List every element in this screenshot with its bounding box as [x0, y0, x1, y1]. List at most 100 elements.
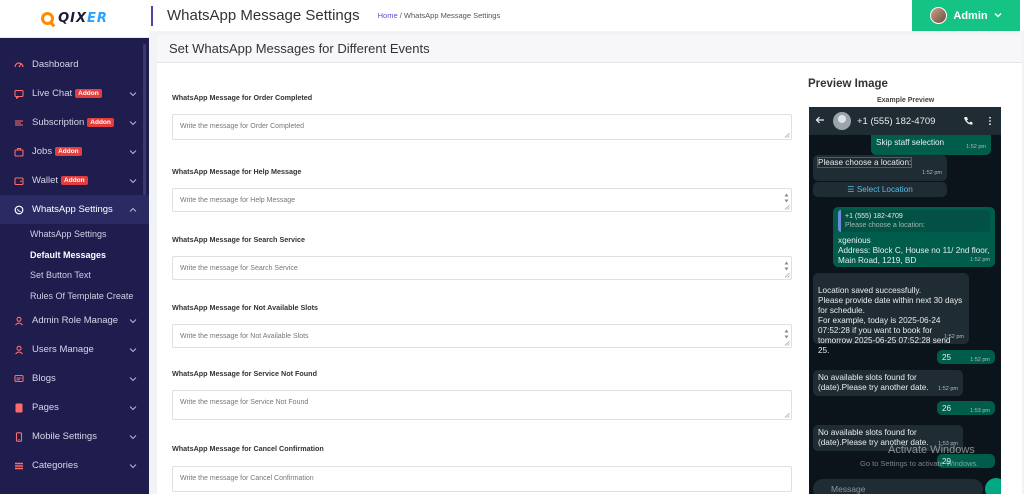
sidebar-item-label: Subscription Addon [32, 117, 129, 128]
spinner-arrows-icon[interactable] [784, 328, 789, 340]
field-placeholder: Write the message for Service Not Found [180, 399, 309, 406]
field-label-search-service: WhatsApp Message for Search Service [172, 235, 306, 244]
chat-header: +1 (555) 182-4709 [809, 107, 1001, 135]
mobile-icon [14, 431, 24, 442]
list-icon: ☰ [847, 185, 855, 194]
chevron-down-icon [129, 177, 137, 185]
sidebar-item-label: WhatsApp Settings [32, 204, 113, 215]
message-text: 26 [942, 404, 952, 413]
sidebar-item-subscription[interactable]: Subscription Addon [0, 108, 149, 137]
blog-icon [14, 374, 24, 384]
chevron-down-icon [129, 404, 137, 412]
field-label-service-not-found: WhatsApp Message for Service Not Found [172, 369, 317, 378]
admin-label: Admin [953, 9, 988, 22]
help-message-textarea[interactable]: Write the message for Help Message [172, 188, 792, 212]
chevron-down-icon [129, 90, 137, 98]
sidebar-item-label: Users Manage [32, 344, 94, 355]
chevron-down-icon [129, 346, 137, 354]
sidebar-item-admin-role-manage[interactable]: Admin Role Manage [0, 306, 149, 335]
sidebar-item-label: Categories [32, 460, 78, 471]
service-not-found-textarea[interactable]: Write the message for Service Not Found [172, 390, 792, 420]
sidebar-item-blogs[interactable]: Blogs [0, 364, 149, 393]
sidebar-subitem-default-messages[interactable]: Default Messages [0, 245, 149, 266]
sidebar-item-pages[interactable]: Pages [0, 393, 149, 422]
field-placeholder: Write the message for Cancel Confirmatio… [180, 475, 314, 482]
select-location-label: Select Location [856, 185, 913, 194]
sidebar-item-wallet[interactable]: Wallet Addon [0, 166, 149, 195]
categories-icon [14, 461, 24, 471]
resize-handle-icon[interactable] [784, 340, 790, 346]
resize-handle-icon[interactable] [784, 272, 790, 278]
select-location-button: ☰ Select Location [813, 182, 947, 197]
sidebar-item-text: Subscription [32, 117, 85, 128]
breadcrumb-separator: / [399, 11, 402, 20]
spinner-arrows-icon[interactable] [784, 260, 789, 272]
resize-handle-icon[interactable] [784, 132, 790, 138]
chat-header-icons [963, 116, 995, 126]
sidebar-subitem-whatsapp-settings[interactable]: WhatsApp Settings [0, 224, 149, 245]
sidebar-subitem-rules-template[interactable]: Rules Of Template Create [0, 286, 149, 307]
preview-panel: Preview Image Example Preview +1 (555) 1… [797, 63, 1022, 494]
page-title: WhatsApp Message Settings [167, 7, 360, 24]
sidebar-item-label: Jobs Addon [32, 146, 129, 157]
location-address: Address: Block C, House no 11/ 2nd floor… [838, 246, 990, 265]
briefcase-icon [14, 147, 24, 157]
chevron-down-icon [129, 119, 137, 127]
message-time: 1:53 pm [970, 408, 990, 414]
spinner-arrows-icon[interactable] [784, 192, 789, 204]
message-text: Skip staff selection [876, 138, 945, 147]
field-label-cancel-confirmation: WhatsApp Message for Cancel Confirmation [172, 444, 324, 453]
message-time: 1:52 pm [944, 334, 964, 340]
not-available-slots-textarea[interactable]: Write the message for Not Available Slot… [172, 324, 792, 348]
message-in-location-saved: Location saved successfully. Please prov… [813, 273, 969, 355]
sidebar-subitem-set-button-text[interactable]: Set Button Text [0, 265, 149, 286]
chevron-up-icon [129, 206, 137, 214]
resize-handle-icon[interactable] [784, 204, 790, 210]
field-placeholder: Write the message for Help Message [180, 197, 296, 204]
message-out-location-reply: +1 (555) 182-4709 Please choose a locati… [833, 207, 995, 267]
cancel-confirmation-textarea[interactable]: Write the message for Cancel Confirmatio… [172, 466, 792, 492]
chevron-down-icon [129, 317, 137, 325]
preview-subtitle: Example Preview [877, 97, 935, 104]
sidebar: QIXER Dashboard Live Chat Addon Subscript… [0, 0, 149, 494]
sidebar-item-whatsapp-settings[interactable]: WhatsApp Settings [0, 195, 149, 224]
section-title: Set WhatsApp Messages for Different Even… [169, 41, 430, 56]
sidebar-item-text: Jobs [32, 146, 53, 157]
admin-menu-button[interactable]: Admin [912, 0, 1020, 31]
header-divider [151, 5, 153, 26]
sidebar-item-jobs[interactable]: Jobs Addon [0, 137, 149, 166]
top-bar: WhatsApp Message Settings Home / WhatsAp… [149, 0, 1024, 31]
message-text: 25 [942, 353, 952, 362]
message-text: Location saved successfully. Please prov… [818, 286, 963, 355]
pages-icon [14, 403, 24, 413]
wallet-icon [14, 176, 24, 186]
sidebar-item-text: Wallet [32, 175, 59, 186]
phone-icon [964, 117, 973, 125]
logo-text-accent: ER [87, 11, 108, 26]
message-time: 1:52 pm [922, 170, 942, 176]
sidebar-item-dashboard[interactable]: Dashboard [0, 50, 149, 79]
subscription-icon [14, 118, 24, 128]
location-name: xgenious [838, 236, 871, 245]
sidebar-item-categories[interactable]: Categories [0, 451, 149, 480]
message-input: Message [813, 479, 983, 494]
brand-logo[interactable]: QIXER [0, 0, 149, 38]
back-arrow-icon [815, 115, 825, 128]
contact-number: +1 (555) 182-4709 [857, 115, 936, 127]
logo-text-main: QIX [58, 11, 88, 26]
sidebar-item-label: Dashboard [32, 59, 79, 70]
breadcrumb-home-link[interactable]: Home [378, 11, 398, 20]
sidebar-item-mobile-settings[interactable]: Mobile Settings [0, 422, 149, 451]
resize-handle-icon[interactable] [784, 412, 790, 418]
message-form: WhatsApp Message for Order Completed Wri… [157, 63, 797, 494]
sidebar-item-live-chat[interactable]: Live Chat Addon [0, 79, 149, 108]
addon-badge: Addon [55, 146, 82, 156]
order-completed-textarea[interactable]: Write the message for Order Completed [172, 114, 792, 140]
chevron-down-icon [994, 10, 1002, 22]
field-label-help-message: WhatsApp Message for Help Message [172, 167, 302, 176]
sidebar-item-label: Admin Role Manage [32, 315, 119, 326]
search-service-textarea[interactable]: Write the message for Search Service [172, 256, 792, 280]
message-time: 1:52 pm [938, 386, 958, 392]
sidebar-item-users-manage[interactable]: Users Manage [0, 335, 149, 364]
breadcrumb: Home / WhatsApp Message Settings [378, 11, 501, 20]
